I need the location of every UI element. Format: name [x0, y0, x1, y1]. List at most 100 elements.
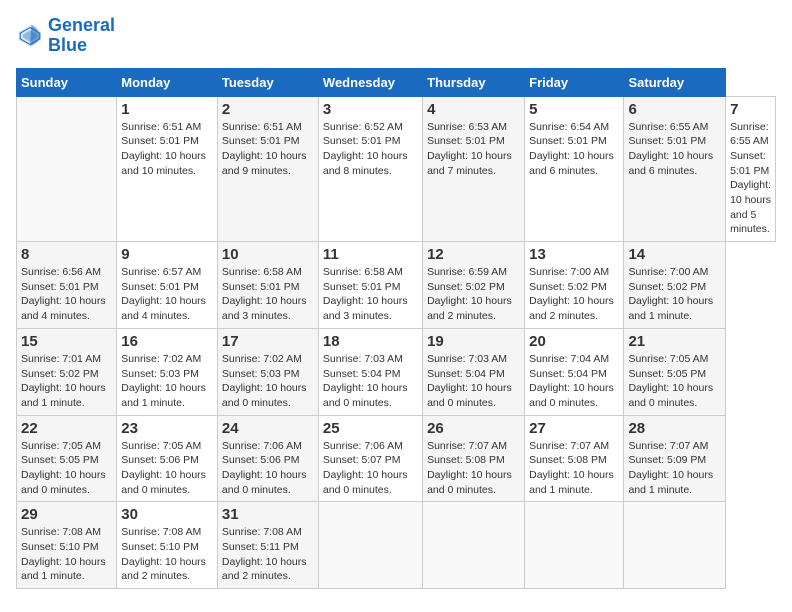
day-header-wednesday: Wednesday [318, 68, 422, 96]
day-number: 29 [21, 506, 112, 523]
day-number: 23 [121, 420, 213, 437]
day-info: Sunrise: 6:55 AM Sunset: 5:01 PM Dayligh… [628, 120, 721, 179]
day-cell-4: 4 Sunrise: 6:53 AM Sunset: 5:01 PM Daylig… [423, 96, 525, 242]
day-number: 15 [21, 333, 112, 350]
day-cell-16: 16 Sunrise: 7:02 AM Sunset: 5:03 PM Dayli… [117, 328, 218, 415]
day-info: Sunrise: 7:01 AM Sunset: 5:02 PM Dayligh… [21, 352, 112, 411]
day-cell-29: 29 Sunrise: 7:08 AM Sunset: 5:10 PM Dayli… [17, 502, 117, 589]
day-number: 25 [323, 420, 418, 437]
day-info: Sunrise: 7:05 AM Sunset: 5:05 PM Dayligh… [21, 439, 112, 498]
day-number: 12 [427, 246, 520, 263]
day-info: Sunrise: 7:07 AM Sunset: 5:09 PM Dayligh… [628, 439, 721, 498]
day-number: 5 [529, 101, 619, 118]
empty-cell [624, 502, 726, 589]
day-number: 2 [222, 101, 314, 118]
day-cell-26: 26 Sunrise: 7:07 AM Sunset: 5:08 PM Dayli… [423, 415, 525, 502]
day-cell-22: 22Sunrise: 7:05 AM Sunset: 5:05 PM Dayli… [17, 415, 117, 502]
day-info: Sunrise: 6:53 AM Sunset: 5:01 PM Dayligh… [427, 120, 520, 179]
day-info: Sunrise: 6:56 AM Sunset: 5:01 PM Dayligh… [21, 265, 112, 324]
day-cell-6: 6 Sunrise: 6:55 AM Sunset: 5:01 PM Daylig… [624, 96, 726, 242]
day-cell-7: 7Sunrise: 6:55 AM Sunset: 5:01 PM Daylig… [726, 96, 776, 242]
day-info: Sunrise: 7:05 AM Sunset: 5:05 PM Dayligh… [628, 352, 721, 411]
day-header-monday: Monday [117, 68, 218, 96]
day-number: 28 [628, 420, 721, 437]
day-number: 6 [628, 101, 721, 118]
day-number: 27 [529, 420, 619, 437]
day-cell-14: 14 Sunrise: 7:00 AM Sunset: 5:02 PM Dayli… [624, 242, 726, 329]
day-number: 9 [121, 246, 213, 263]
day-number: 17 [222, 333, 314, 350]
day-cell-28: 28 Sunrise: 7:07 AM Sunset: 5:09 PM Dayli… [624, 415, 726, 502]
day-info: Sunrise: 7:02 AM Sunset: 5:03 PM Dayligh… [222, 352, 314, 411]
day-number: 31 [222, 506, 314, 523]
week-row-3: 15 Sunrise: 7:01 AM Sunset: 5:02 PM Dayli… [17, 328, 776, 415]
day-info: Sunrise: 6:59 AM Sunset: 5:02 PM Dayligh… [427, 265, 520, 324]
week-row-5: 29 Sunrise: 7:08 AM Sunset: 5:10 PM Dayli… [17, 502, 776, 589]
day-info: Sunrise: 6:58 AM Sunset: 5:01 PM Dayligh… [222, 265, 314, 324]
day-info: Sunrise: 7:00 AM Sunset: 5:02 PM Dayligh… [628, 265, 721, 324]
day-info: Sunrise: 6:58 AM Sunset: 5:01 PM Dayligh… [323, 265, 418, 324]
day-info: Sunrise: 7:04 AM Sunset: 5:04 PM Dayligh… [529, 352, 619, 411]
day-number: 19 [427, 333, 520, 350]
day-cell-18: 18Sunrise: 7:03 AM Sunset: 5:04 PM Dayli… [318, 328, 422, 415]
calendar-header-row: SundayMondayTuesdayWednesdayThursdayFrid… [17, 68, 776, 96]
day-cell-17: 17 Sunrise: 7:02 AM Sunset: 5:03 PM Dayli… [217, 328, 318, 415]
day-number: 26 [427, 420, 520, 437]
empty-cell [525, 502, 624, 589]
day-cell-2: 2 Sunrise: 6:51 AM Sunset: 5:01 PM Daylig… [217, 96, 318, 242]
day-header-thursday: Thursday [423, 68, 525, 96]
day-info: Sunrise: 6:51 AM Sunset: 5:01 PM Dayligh… [222, 120, 314, 179]
day-number: 7 [730, 101, 771, 118]
day-info: Sunrise: 7:00 AM Sunset: 5:02 PM Dayligh… [529, 265, 619, 324]
day-number: 18 [323, 333, 418, 350]
day-cell-31: 31 Sunrise: 7:08 AM Sunset: 5:11 PM Dayli… [217, 502, 318, 589]
day-info: Sunrise: 6:51 AM Sunset: 5:01 PM Dayligh… [121, 120, 213, 179]
empty-cell [318, 502, 422, 589]
day-cell-3: 3Sunrise: 6:52 AM Sunset: 5:01 PM Daylig… [318, 96, 422, 242]
day-cell-15: 15 Sunrise: 7:01 AM Sunset: 5:02 PM Dayli… [17, 328, 117, 415]
day-info: Sunrise: 7:07 AM Sunset: 5:08 PM Dayligh… [529, 439, 619, 498]
day-cell-27: 27 Sunrise: 7:07 AM Sunset: 5:08 PM Dayli… [525, 415, 624, 502]
day-number: 8 [21, 246, 112, 263]
day-info: Sunrise: 7:06 AM Sunset: 5:06 PM Dayligh… [222, 439, 314, 498]
page-header: General Blue [16, 16, 776, 56]
day-cell-8: 8 Sunrise: 6:56 AM Sunset: 5:01 PM Daylig… [17, 242, 117, 329]
day-number: 16 [121, 333, 213, 350]
day-header-friday: Friday [525, 68, 624, 96]
day-number: 24 [222, 420, 314, 437]
logo-text: General Blue [48, 16, 115, 56]
day-number: 4 [427, 101, 520, 118]
day-number: 30 [121, 506, 213, 523]
day-cell-30: 30Sunrise: 7:08 AM Sunset: 5:10 PM Dayli… [117, 502, 218, 589]
day-cell-12: 12 Sunrise: 6:59 AM Sunset: 5:02 PM Dayli… [423, 242, 525, 329]
empty-cell [423, 502, 525, 589]
day-header-tuesday: Tuesday [217, 68, 318, 96]
day-info: Sunrise: 7:07 AM Sunset: 5:08 PM Dayligh… [427, 439, 520, 498]
logo-icon [16, 22, 44, 50]
day-info: Sunrise: 6:54 AM Sunset: 5:01 PM Dayligh… [529, 120, 619, 179]
day-info: Sunrise: 7:03 AM Sunset: 5:04 PM Dayligh… [427, 352, 520, 411]
day-number: 11 [323, 246, 418, 263]
week-row-4: 22Sunrise: 7:05 AM Sunset: 5:05 PM Dayli… [17, 415, 776, 502]
day-cell-20: 20 Sunrise: 7:04 AM Sunset: 5:04 PM Dayli… [525, 328, 624, 415]
day-cell-25: 25Sunrise: 7:06 AM Sunset: 5:07 PM Dayli… [318, 415, 422, 502]
day-info: Sunrise: 7:08 AM Sunset: 5:10 PM Dayligh… [21, 525, 112, 584]
day-number: 13 [529, 246, 619, 263]
day-info: Sunrise: 7:05 AM Sunset: 5:06 PM Dayligh… [121, 439, 213, 498]
day-number: 14 [628, 246, 721, 263]
day-cell-5: 5 Sunrise: 6:54 AM Sunset: 5:01 PM Daylig… [525, 96, 624, 242]
day-cell-9: 9 Sunrise: 6:57 AM Sunset: 5:01 PM Daylig… [117, 242, 218, 329]
calendar-table: SundayMondayTuesdayWednesdayThursdayFrid… [16, 68, 776, 590]
day-header-sunday: Sunday [17, 68, 117, 96]
day-header-saturday: Saturday [624, 68, 726, 96]
day-number: 20 [529, 333, 619, 350]
day-number: 1 [121, 101, 213, 118]
day-info: Sunrise: 6:57 AM Sunset: 5:01 PM Dayligh… [121, 265, 213, 324]
day-cell-24: 24 Sunrise: 7:06 AM Sunset: 5:06 PM Dayli… [217, 415, 318, 502]
day-cell-21: 21Sunrise: 7:05 AM Sunset: 5:05 PM Dayli… [624, 328, 726, 415]
day-info: Sunrise: 7:02 AM Sunset: 5:03 PM Dayligh… [121, 352, 213, 411]
day-cell-1: 1 Sunrise: 6:51 AM Sunset: 5:01 PM Daylig… [117, 96, 218, 242]
day-info: Sunrise: 7:08 AM Sunset: 5:11 PM Dayligh… [222, 525, 314, 584]
day-info: Sunrise: 6:52 AM Sunset: 5:01 PM Dayligh… [323, 120, 418, 179]
logo: General Blue [16, 16, 115, 56]
